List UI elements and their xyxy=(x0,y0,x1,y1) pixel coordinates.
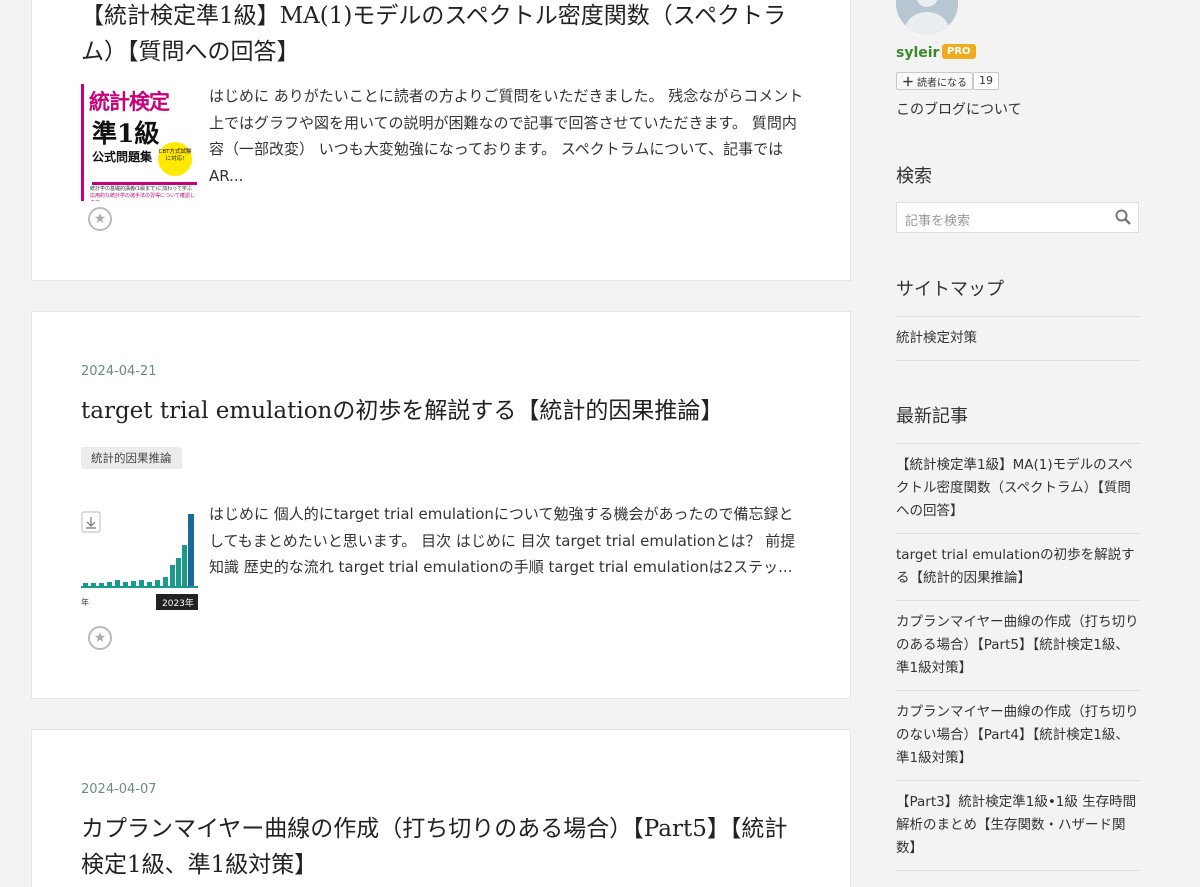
username-link[interactable]: syleir xyxy=(896,45,939,61)
recent-post-link[interactable]: target trial emulationの初歩を解説する【統計的因果推論】 xyxy=(896,533,1140,600)
book-title-line: 統計検定 xyxy=(89,89,170,114)
post-excerpt: はじめに ありがたいことに読者の方よりご質問をいただきました。 残念ながらコメン… xyxy=(209,87,804,185)
user-silhouette-icon xyxy=(896,0,958,34)
follower-count[interactable]: 19 xyxy=(973,72,999,90)
book-blurb: 応用的な統計学の諸手法の習得について確認します xyxy=(90,193,195,201)
chart-thumbnail-image: 2023年 年 xyxy=(81,510,198,615)
sitemap-list: 統計検定対策 xyxy=(896,316,1140,361)
article-card-1: 【統計検定準1級】MA(1)モデルのスペクトル密度関数（スペクトラム）【質問への… xyxy=(31,0,851,281)
article-card-3: 2024-04-07 カプランマイヤー曲線の作成（打ち切りのある場合）【Part… xyxy=(31,729,851,887)
post-excerpt: はじめに 個人的にtarget trial emulationについて勉強する機… xyxy=(209,505,796,576)
search-icon[interactable] xyxy=(1114,208,1132,226)
book-title-line: 準1級 xyxy=(92,119,160,148)
category-tag[interactable]: 統計的因果推論 xyxy=(81,447,182,469)
sitemap-heading: サイトマップ xyxy=(896,279,1004,300)
plus-icon: ＋ xyxy=(902,74,915,89)
divider xyxy=(92,182,197,185)
recent-post-link[interactable]: カプランマイヤー曲線の作成（打ち切りのない場合）【Part4】【統計検定1級、準… xyxy=(896,690,1140,780)
article-card-2: 2024-04-21 target trial emulationの初歩を解説す… xyxy=(31,311,851,699)
search-input[interactable]: 記事を検索 xyxy=(896,202,1139,233)
chart-tooltip: 2023年 xyxy=(162,597,194,609)
follow-button[interactable]: ＋ 読者になる xyxy=(896,72,974,90)
follow-label: 読者になる xyxy=(917,77,968,89)
recent-posts-list: 【統計検定準1級】MA(1)モデルのスペクトル密度関数（スペクトラム）【質問への… xyxy=(896,443,1140,871)
pro-badge: PRO xyxy=(942,44,976,59)
add-star-icon[interactable]: ★ xyxy=(88,626,112,650)
recent-post-link[interactable]: 【統計検定準1級】MA(1)モデルのスペクトル密度関数（スペクトラム）【質問への… xyxy=(896,443,1140,533)
recent-post-link[interactable]: 【Part3】統計検定準1級•1級 生存時間解析のまとめ【生存関数・ハザード関数… xyxy=(896,780,1140,871)
chart-axis-label: 年 xyxy=(81,597,89,607)
post-title[interactable]: target trial emulationの初歩を解説する【統計的因果推論】 xyxy=(81,393,801,429)
book-cover-image: 統計検定 準1級 公式問題集 CBT方式試験に対応! 統計学の基礎的講義(1級ま… xyxy=(81,84,198,201)
search-placeholder: 記事を検索 xyxy=(905,214,971,229)
book-subtitle: 公式問題集 xyxy=(92,150,153,164)
about-blog-link[interactable]: このブログについて xyxy=(896,99,1022,119)
add-star-icon[interactable]: ★ xyxy=(88,207,112,231)
post-date[interactable]: 2024-04-07 xyxy=(81,782,157,797)
sitemap-item[interactable]: 統計検定対策 xyxy=(896,316,1140,361)
post-title[interactable]: カプランマイヤー曲線の作成（打ち切りのある場合）【Part5】【統計検定1級、準… xyxy=(81,811,801,883)
book-blurb: 統計学の基礎的講義(1級まで)に加わって学ぶ xyxy=(90,186,192,192)
search-heading: 検索 xyxy=(896,166,932,187)
post-date[interactable]: 2024-04-21 xyxy=(81,364,157,379)
post-thumbnail[interactable]: 統計検定 準1級 公式問題集 CBT方式試験に対応! 統計学の基礎的講義(1級ま… xyxy=(81,84,198,201)
recent-post-link[interactable]: カプランマイヤー曲線の作成（打ち切りのある場合）【Part5】【統計検定1級、準… xyxy=(896,600,1140,690)
recent-posts-heading: 最新記事 xyxy=(896,406,968,427)
avatar[interactable] xyxy=(896,0,958,34)
post-title[interactable]: 【統計検定準1級】MA(1)モデルのスペクトル密度関数（スペクトラム）【質問への… xyxy=(81,0,801,70)
book-badge: CBT方式試験に対応! xyxy=(158,142,192,176)
post-thumbnail[interactable]: 2023年 年 xyxy=(81,510,198,615)
